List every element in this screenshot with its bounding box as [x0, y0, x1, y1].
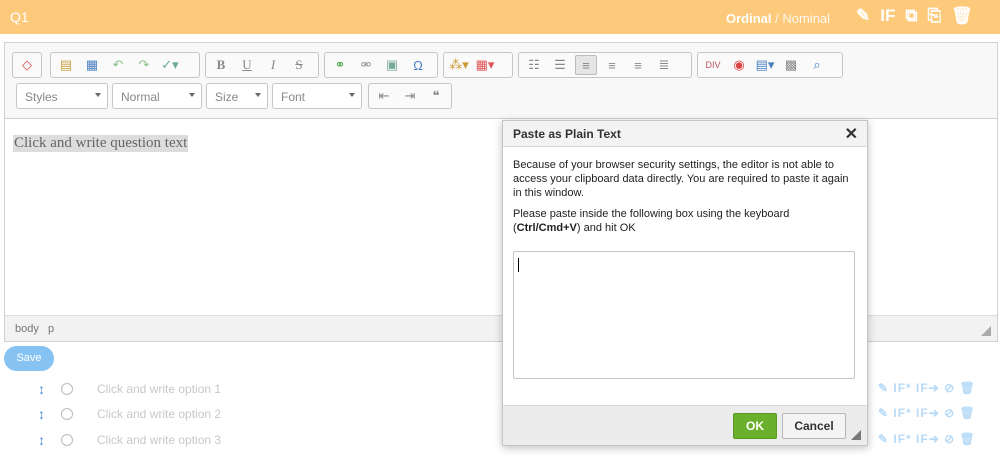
trash-icon[interactable]: 🗑	[951, 6, 973, 26]
source-icon[interactable]: ◇	[17, 55, 37, 75]
paste-word-icon[interactable]: ▦	[81, 55, 103, 75]
toolbar-group-colors: ⁂▾ ▦▾	[443, 52, 513, 78]
toolbar-group-source: ◇	[12, 52, 42, 78]
paste-textarea[interactable]	[513, 251, 855, 379]
export-icon[interactable]: ⎘	[928, 6, 942, 26]
font-select[interactable]: Font	[272, 83, 362, 109]
type-ordinal[interactable]: Ordinal	[726, 11, 772, 26]
radio-icon	[61, 434, 73, 446]
dialog-body: Because of your browser security setting…	[503, 147, 867, 253]
dialog-title: Paste as Plain Text	[513, 127, 621, 141]
copy-icon[interactable]: ⧉	[905, 6, 917, 26]
question-text-area[interactable]: Click and write question text	[13, 135, 189, 152]
close-icon[interactable]: ✕	[845, 124, 858, 144]
italic-icon[interactable]: I	[262, 55, 284, 75]
unlink-icon[interactable]: ⚮	[355, 55, 377, 75]
strikethrough-icon[interactable]: S	[288, 55, 310, 75]
question-type-toggle[interactable]: Ordinal / Nominal	[726, 11, 830, 26]
toolbar-group-links: ⚭ ⚮ ▣ Ω	[324, 52, 438, 78]
paste-plain-text-dialog: Paste as Plain Text ✕ Because of your br…	[502, 120, 868, 446]
resize-grip-icon[interactable]	[981, 326, 991, 336]
path-body[interactable]: body	[15, 323, 39, 335]
styles-select[interactable]: Styles	[16, 83, 108, 109]
table-properties-icon[interactable]: ▤▾	[754, 55, 776, 75]
radio-icon	[61, 383, 73, 395]
underline-icon[interactable]: U	[236, 55, 258, 75]
question-number: Q1	[10, 9, 29, 25]
dialog-title-bar[interactable]: Paste as Plain Text ✕	[503, 121, 867, 147]
ok-button[interactable]: OK	[733, 413, 777, 439]
editor-toolbar: ◇ ▤ ▦ ↶ ↷ ✓▾ B U I S ⚭ ⚮ ▣ Ω ⁂▾ ▦▾ ☷ ☰ ≡	[5, 43, 997, 119]
image-icon[interactable]: ▣	[381, 55, 403, 75]
chevron-down-icon	[189, 93, 195, 97]
align-right-icon[interactable]: ≡	[627, 55, 649, 75]
dialog-instruction: Please paste inside the following box us…	[513, 207, 857, 235]
format-label: Normal	[121, 90, 160, 104]
reorder-icon[interactable]: ↕	[38, 381, 45, 397]
outdent-icon[interactable]: ⇤	[373, 86, 395, 106]
chevron-down-icon	[349, 93, 355, 97]
bold-icon[interactable]: B	[210, 55, 232, 75]
type-separator: /	[771, 11, 783, 26]
blockquote-icon[interactable]: ❝	[425, 86, 447, 106]
toolbar-group-insert: DIV ◉ ▤▾ ▩ ⌕	[697, 52, 843, 78]
font-label: Font	[281, 90, 306, 104]
indent-icon[interactable]: ⇥	[399, 86, 421, 106]
question-header: Q1 Ordinal / Nominal ✎ IF ⧉ ⎘ 🗑	[0, 0, 1000, 34]
bulleted-list-icon[interactable]: ☰	[549, 55, 571, 75]
styles-label: Styles	[25, 90, 58, 104]
undo-icon[interactable]: ↶	[107, 55, 129, 75]
reorder-icon[interactable]: ↕	[38, 432, 45, 448]
option-if-label[interactable]: IF* IF	[893, 406, 928, 420]
reorder-icon[interactable]: ↕	[38, 406, 45, 422]
option-if-label[interactable]: IF* IF	[893, 432, 928, 446]
align-left-icon[interactable]: ≡	[575, 55, 597, 75]
spellcheck-icon[interactable]: ✓▾	[159, 55, 181, 75]
text-caret	[518, 258, 519, 272]
numbered-list-icon[interactable]: ☷	[523, 55, 545, 75]
video-icon[interactable]: ▩	[780, 55, 802, 75]
option-actions[interactable]: ✎ IF* IF➔ ⊘ 🗑	[878, 432, 976, 446]
instruction-keys: Ctrl/Cmd+V	[516, 222, 577, 234]
link-icon[interactable]: ⚭	[329, 55, 351, 75]
special-char-icon[interactable]: Ω	[407, 55, 429, 75]
option-label[interactable]: Click and write option 3	[97, 433, 221, 447]
find-icon[interactable]: ⌕	[806, 55, 828, 75]
paste-text-icon[interactable]: ▤	[55, 55, 77, 75]
toolbar-group-clipboard: ▤ ▦ ↶ ↷ ✓▾	[50, 52, 200, 78]
option-actions[interactable]: ✎ IF* IF➔ ⊘ 🗑	[878, 381, 976, 395]
toolbar-group-basic-styles: B U I S	[205, 52, 319, 78]
edit-icon[interactable]: ✎	[856, 6, 870, 26]
align-justify-icon[interactable]: ≣	[653, 55, 675, 75]
size-select[interactable]: Size	[206, 83, 268, 109]
dialog-message: Because of your browser security setting…	[513, 159, 849, 199]
save-button[interactable]: Save	[4, 346, 54, 371]
table-icon[interactable]: ▦▾	[474, 55, 496, 75]
cancel-button[interactable]: Cancel	[782, 413, 846, 439]
dialog-footer: OK Cancel	[503, 405, 867, 445]
flash-icon[interactable]: ◉	[728, 55, 750, 75]
option-label[interactable]: Click and write option 1	[97, 382, 221, 396]
path-p[interactable]: p	[48, 323, 54, 335]
redo-icon[interactable]: ↷	[133, 55, 155, 75]
toolbar-group-paragraph: ☷ ☰ ≡ ≡ ≡ ≣	[518, 52, 692, 78]
chevron-down-icon	[95, 93, 101, 97]
format-select[interactable]: Normal	[112, 83, 202, 109]
radio-icon	[61, 408, 73, 420]
option-label[interactable]: Click and write option 2	[97, 407, 221, 421]
option-actions[interactable]: ✎ IF* IF➔ ⊘ 🗑	[878, 406, 976, 420]
align-center-icon[interactable]: ≡	[601, 55, 623, 75]
dialog-resize-grip-icon[interactable]	[851, 430, 861, 440]
instruction-post: ) and hit OK	[576, 222, 636, 234]
if-logic-button[interactable]: IF	[880, 6, 895, 26]
question-actions: ✎ IF ⧉ ⎘ 🗑	[856, 6, 973, 26]
size-label: Size	[215, 90, 239, 104]
text-color-icon[interactable]: ⁂▾	[448, 55, 470, 75]
div-container-icon[interactable]: DIV	[702, 55, 724, 75]
chevron-down-icon	[255, 93, 261, 97]
type-nominal[interactable]: Nominal	[782, 11, 830, 26]
toolbar-group-indent: ⇤ ⇥ ❝	[368, 83, 452, 109]
option-if-label[interactable]: IF* IF	[893, 381, 928, 395]
